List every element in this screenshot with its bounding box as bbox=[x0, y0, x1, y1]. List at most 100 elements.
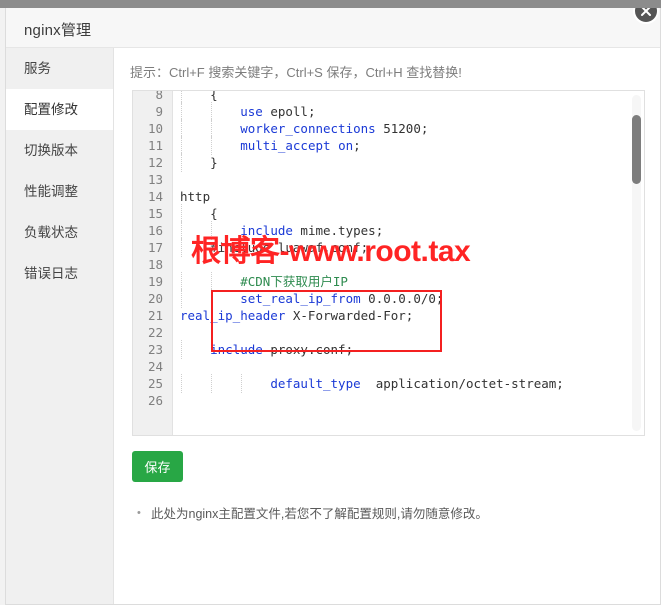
code-line[interactable]: multi_accept on; bbox=[174, 136, 644, 155]
indent-guide bbox=[180, 221, 210, 240]
sidebar-item-label: 性能调整 bbox=[24, 184, 78, 199]
code-token: worker_connections bbox=[240, 121, 376, 136]
indent-guide bbox=[210, 102, 240, 121]
line-number: 15 bbox=[147, 206, 163, 221]
save-button[interactable]: 保存 bbox=[132, 451, 183, 482]
code-token: epoll; bbox=[262, 104, 316, 119]
line-number: 18 bbox=[147, 257, 163, 272]
code-token: default_type bbox=[270, 376, 361, 391]
sidebar: 服务 配置修改切换版本性能调整负载状态错误日志 bbox=[6, 48, 114, 604]
code-line[interactable]: real_ip_header X-Forwarded-For; bbox=[174, 307, 644, 324]
code-token: { bbox=[210, 91, 218, 102]
code-line[interactable]: http bbox=[174, 188, 644, 205]
code-line[interactable]: default_type application/octet-stream; bbox=[174, 374, 644, 393]
code-token: ; bbox=[353, 138, 361, 153]
line-number: 23 bbox=[147, 342, 163, 357]
code-line[interactable]: use epoll; bbox=[174, 102, 644, 121]
line-number: 8 bbox=[155, 90, 163, 102]
line-number: 10 bbox=[147, 121, 163, 136]
sidebar-item-5[interactable]: 错误日志 bbox=[6, 253, 113, 294]
sidebar-item-1[interactable]: 配置修改 bbox=[6, 89, 113, 130]
line-number: 12 bbox=[147, 155, 163, 170]
code-line[interactable]: } bbox=[174, 153, 644, 172]
indent-guide bbox=[180, 289, 210, 308]
nginx-management-modal-screen: nginx管理 服务 配置修改切换版本性能调整负载状态错误日志 提示：Ctrl+F… bbox=[0, 0, 661, 605]
indent-guide bbox=[210, 374, 240, 393]
code-token: use bbox=[240, 104, 263, 119]
indent-guide bbox=[180, 119, 210, 138]
close-icon[interactable] bbox=[633, 8, 659, 24]
line-number: 25 bbox=[147, 376, 163, 391]
shortcut-hint: 提示：Ctrl+F 搜索关键字，Ctrl+S 保存，Ctrl+H 查找替换! bbox=[130, 65, 462, 80]
code-line[interactable]: worker_connections 51200; bbox=[174, 119, 644, 138]
indent-guide bbox=[180, 102, 210, 121]
line-number: 17 bbox=[147, 240, 163, 255]
top-chrome-bar bbox=[0, 0, 661, 8]
code-line[interactable] bbox=[174, 256, 644, 273]
indent-guide bbox=[180, 91, 210, 104]
bullet-icon: • bbox=[137, 507, 141, 519]
code-line[interactable]: { bbox=[174, 204, 644, 223]
config-warning-note: • 此处为nginx主配置文件,若您不了解配置规则,请勿随意修改。 bbox=[137, 503, 488, 522]
indent-guide bbox=[210, 119, 240, 138]
code-token: http bbox=[180, 189, 211, 204]
code-token: multi_accept bbox=[240, 138, 331, 153]
indent-guide bbox=[210, 221, 240, 240]
line-number: 9 bbox=[155, 104, 163, 119]
sidebar-item-3[interactable]: 性能调整 bbox=[6, 171, 113, 212]
code-line[interactable]: set_real_ip_from 0.0.0.0/0; bbox=[174, 289, 644, 308]
editor-scrollbar-thumb[interactable] bbox=[632, 115, 641, 184]
indent-guide bbox=[180, 340, 210, 359]
code-token: proxy.conf; bbox=[262, 342, 354, 357]
code-line[interactable] bbox=[174, 324, 644, 341]
indent-guide bbox=[180, 374, 210, 393]
code-line[interactable]: include mime.types; bbox=[174, 221, 644, 240]
indent-guide bbox=[240, 374, 270, 393]
main-content: 提示：Ctrl+F 搜索关键字，Ctrl+S 保存，Ctrl+H 查找替换! 8… bbox=[115, 48, 660, 604]
code-token: X-Forwarded-For; bbox=[285, 308, 414, 323]
sidebar-item-4[interactable]: 负载状态 bbox=[6, 212, 113, 253]
line-number-gutter: 8 9 10 11 12 13 14 15 16 17 18 19 20 21 22 23 24 25 26 bbox=[133, 91, 173, 435]
code-line[interactable] bbox=[174, 358, 644, 375]
code-line[interactable]: #CDN下获取用户IP bbox=[174, 272, 644, 291]
line-number: 24 bbox=[147, 359, 163, 374]
code-token: } bbox=[210, 155, 218, 170]
code-token: include bbox=[210, 342, 263, 357]
line-number: 22 bbox=[147, 325, 163, 340]
code-token: set_real_ip_from bbox=[240, 291, 361, 306]
dialog-header: nginx管理 bbox=[6, 8, 660, 48]
editor-scrollbar[interactable] bbox=[632, 95, 641, 431]
config-warning-text: 此处为nginx主配置文件,若您不了解配置规则,请勿随意修改。 bbox=[151, 507, 488, 521]
code-area[interactable]: { use epoll; worker_connections 51200; m… bbox=[174, 91, 644, 435]
line-number: 19 bbox=[147, 274, 163, 289]
config-editor[interactable]: 8 9 10 11 12 13 14 15 16 17 18 19 20 21 22 23 24 25 26 { u… bbox=[132, 90, 645, 436]
code-token: application/octet-stream; bbox=[360, 376, 564, 391]
line-number: 20 bbox=[147, 291, 163, 306]
sidebar-item-label: 负载状态 bbox=[24, 225, 78, 240]
code-token: { bbox=[210, 206, 218, 221]
indent-guide bbox=[210, 289, 240, 308]
code-line[interactable] bbox=[174, 171, 644, 188]
code-token: real_ip_header bbox=[180, 308, 286, 323]
code-token: #CDN下获取用户IP bbox=[240, 274, 348, 289]
code-line[interactable] bbox=[174, 392, 644, 409]
sidebar-item-0[interactable]: 服务 bbox=[6, 48, 113, 89]
line-number: 21 bbox=[147, 308, 163, 323]
sidebar-item-label: 切换版本 bbox=[24, 143, 78, 158]
nginx-management-dialog: nginx管理 服务 配置修改切换版本性能调整负载状态错误日志 提示：Ctrl+F… bbox=[5, 8, 661, 605]
indent-guide bbox=[180, 136, 210, 155]
code-token: include bbox=[240, 223, 293, 238]
indent-guide bbox=[180, 153, 210, 172]
code-line[interactable]: #include luawaf.conf; bbox=[174, 238, 644, 257]
code-line[interactable]: { bbox=[174, 91, 644, 104]
code-token: 51200; bbox=[375, 121, 429, 136]
code-line[interactable]: include proxy.conf; bbox=[174, 340, 644, 359]
line-number: 14 bbox=[147, 189, 163, 204]
line-number: 26 bbox=[147, 393, 163, 408]
sidebar-item-2[interactable]: 切换版本 bbox=[6, 130, 113, 171]
code-token: mime.types; bbox=[292, 223, 384, 238]
indent-guide bbox=[210, 136, 240, 155]
code-token: 0.0.0.0/0; bbox=[360, 291, 444, 306]
line-number: 16 bbox=[147, 223, 163, 238]
